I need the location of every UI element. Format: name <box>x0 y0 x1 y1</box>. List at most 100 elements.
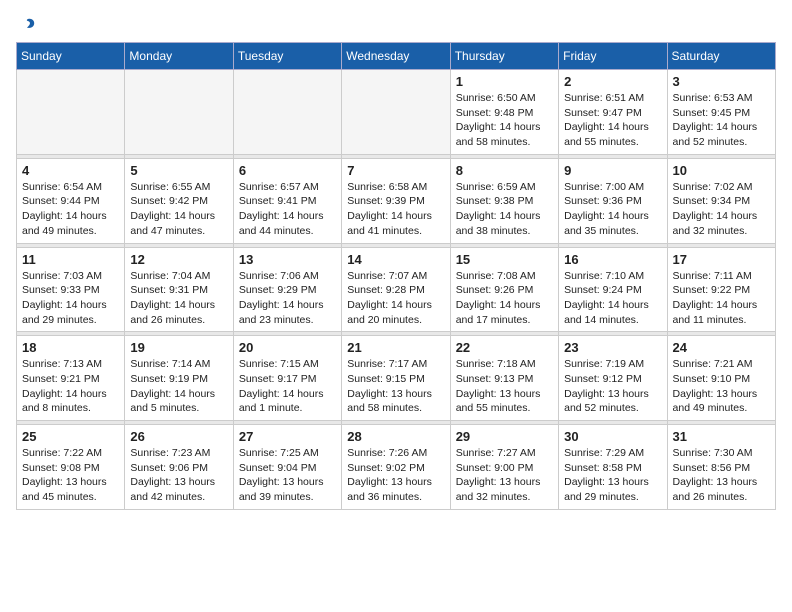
day-info: Sunrise: 7:25 AM Sunset: 9:04 PM Dayligh… <box>239 446 336 505</box>
day-info: Sunrise: 7:18 AM Sunset: 9:13 PM Dayligh… <box>456 357 553 416</box>
day-of-week-header: Wednesday <box>342 43 450 70</box>
calendar-cell: 26 Sunrise: 7:23 AM Sunset: 9:06 PM Dayli… <box>125 425 233 510</box>
day-of-week-header: Friday <box>559 43 667 70</box>
day-info: Sunrise: 7:07 AM Sunset: 9:28 PM Dayligh… <box>347 269 444 328</box>
day-info: Sunrise: 6:59 AM Sunset: 9:38 PM Dayligh… <box>456 180 553 239</box>
calendar-table: SundayMondayTuesdayWednesdayThursdayFrid… <box>16 42 776 510</box>
calendar-cell: 7 Sunrise: 6:58 AM Sunset: 9:39 PM Daylig… <box>342 158 450 243</box>
day-of-week-header: Monday <box>125 43 233 70</box>
calendar-cell: 22Sunrise: 7:18 AM Sunset: 9:13 PM Dayli… <box>450 336 558 421</box>
day-info: Sunrise: 7:17 AM Sunset: 9:15 PM Dayligh… <box>347 357 444 416</box>
day-info: Sunrise: 7:06 AM Sunset: 9:29 PM Dayligh… <box>239 269 336 328</box>
day-info: Sunrise: 7:26 AM Sunset: 9:02 PM Dayligh… <box>347 446 444 505</box>
calendar-week-row: 18 Sunrise: 7:13 AM Sunset: 9:21 PM Dayli… <box>17 336 776 421</box>
day-info: Sunrise: 7:23 AM Sunset: 9:06 PM Dayligh… <box>130 446 227 505</box>
day-number: 24 <box>673 340 770 355</box>
day-number: 28 <box>347 429 444 444</box>
day-number: 14 <box>347 252 444 267</box>
day-number: 25 <box>22 429 119 444</box>
calendar-cell <box>342 70 450 155</box>
day-number: 8 <box>456 163 553 178</box>
day-number: 1 <box>456 74 553 89</box>
calendar-cell: 6 Sunrise: 6:57 AM Sunset: 9:41 PM Daylig… <box>233 158 341 243</box>
day-info: Sunrise: 6:57 AM Sunset: 9:41 PM Dayligh… <box>239 180 336 239</box>
calendar-week-row: 11 Sunrise: 7:03 AM Sunset: 9:33 PM Dayli… <box>17 247 776 332</box>
day-of-week-header: Thursday <box>450 43 558 70</box>
calendar-cell: 24 Sunrise: 7:21 AM Sunset: 9:10 PM Dayli… <box>667 336 775 421</box>
day-info: Sunrise: 7:27 AM Sunset: 9:00 PM Dayligh… <box>456 446 553 505</box>
calendar-cell: 18 Sunrise: 7:13 AM Sunset: 9:21 PM Dayli… <box>17 336 125 421</box>
calendar-cell: 2 Sunrise: 6:51 AM Sunset: 9:47 PM Daylig… <box>559 70 667 155</box>
calendar-cell: 10Sunrise: 7:02 AM Sunset: 9:34 PM Dayli… <box>667 158 775 243</box>
logo <box>16 16 36 34</box>
day-info: Sunrise: 7:19 AM Sunset: 9:12 PM Dayligh… <box>564 357 661 416</box>
day-number: 3 <box>673 74 770 89</box>
day-number: 16 <box>564 252 661 267</box>
day-number: 23 <box>564 340 661 355</box>
calendar-cell: 3 Sunrise: 6:53 AM Sunset: 9:45 PM Daylig… <box>667 70 775 155</box>
calendar-cell: 21 Sunrise: 7:17 AM Sunset: 9:15 PM Dayli… <box>342 336 450 421</box>
calendar-cell: 19 Sunrise: 7:14 AM Sunset: 9:19 PM Dayli… <box>125 336 233 421</box>
day-number: 2 <box>564 74 661 89</box>
calendar-cell: 30Sunrise: 7:29 AM Sunset: 8:58 PM Dayli… <box>559 425 667 510</box>
calendar-week-row: 25 Sunrise: 7:22 AM Sunset: 9:08 PM Dayli… <box>17 425 776 510</box>
calendar-cell: 14 Sunrise: 7:07 AM Sunset: 9:28 PM Dayli… <box>342 247 450 332</box>
day-number: 26 <box>130 429 227 444</box>
day-number: 4 <box>22 163 119 178</box>
calendar-cell: 23 Sunrise: 7:19 AM Sunset: 9:12 PM Dayli… <box>559 336 667 421</box>
day-info: Sunrise: 6:54 AM Sunset: 9:44 PM Dayligh… <box>22 180 119 239</box>
day-number: 12 <box>130 252 227 267</box>
calendar-cell: 1 Sunrise: 6:50 AM Sunset: 9:48 PM Daylig… <box>450 70 558 155</box>
day-info: Sunrise: 7:10 AM Sunset: 9:24 PM Dayligh… <box>564 269 661 328</box>
day-number: 29 <box>456 429 553 444</box>
day-of-week-header: Tuesday <box>233 43 341 70</box>
day-info: Sunrise: 6:51 AM Sunset: 9:47 PM Dayligh… <box>564 91 661 150</box>
calendar-cell: 5 Sunrise: 6:55 AM Sunset: 9:42 PM Daylig… <box>125 158 233 243</box>
day-info: Sunrise: 6:50 AM Sunset: 9:48 PM Dayligh… <box>456 91 553 150</box>
calendar-cell: 27 Sunrise: 7:25 AM Sunset: 9:04 PM Dayli… <box>233 425 341 510</box>
calendar-cell: 16 Sunrise: 7:10 AM Sunset: 9:24 PM Dayli… <box>559 247 667 332</box>
day-number: 20 <box>239 340 336 355</box>
day-number: 11 <box>22 252 119 267</box>
day-number: 19 <box>130 340 227 355</box>
day-number: 27 <box>239 429 336 444</box>
day-number: 30 <box>564 429 661 444</box>
calendar-cell <box>125 70 233 155</box>
day-info: Sunrise: 7:03 AM Sunset: 9:33 PM Dayligh… <box>22 269 119 328</box>
day-number: 21 <box>347 340 444 355</box>
day-number: 5 <box>130 163 227 178</box>
calendar-week-row: 1 Sunrise: 6:50 AM Sunset: 9:48 PM Daylig… <box>17 70 776 155</box>
calendar-cell: 15Sunrise: 7:08 AM Sunset: 9:26 PM Dayli… <box>450 247 558 332</box>
day-info: Sunrise: 6:55 AM Sunset: 9:42 PM Dayligh… <box>130 180 227 239</box>
calendar-cell <box>233 70 341 155</box>
page-header <box>16 16 776 34</box>
day-of-week-header: Saturday <box>667 43 775 70</box>
day-info: Sunrise: 6:53 AM Sunset: 9:45 PM Dayligh… <box>673 91 770 150</box>
day-info: Sunrise: 7:21 AM Sunset: 9:10 PM Dayligh… <box>673 357 770 416</box>
calendar-cell: 29 Sunrise: 7:27 AM Sunset: 9:00 PM Dayli… <box>450 425 558 510</box>
day-number: 6 <box>239 163 336 178</box>
calendar-header-row: SundayMondayTuesdayWednesdayThursdayFrid… <box>17 43 776 70</box>
calendar-cell: 4 Sunrise: 6:54 AM Sunset: 9:44 PM Daylig… <box>17 158 125 243</box>
day-number: 18 <box>22 340 119 355</box>
calendar-cell: 9Sunrise: 7:00 AM Sunset: 9:36 PM Daylig… <box>559 158 667 243</box>
day-number: 15 <box>456 252 553 267</box>
calendar-cell <box>17 70 125 155</box>
day-number: 7 <box>347 163 444 178</box>
calendar-cell: 12Sunrise: 7:04 AM Sunset: 9:31 PM Dayli… <box>125 247 233 332</box>
day-info: Sunrise: 7:22 AM Sunset: 9:08 PM Dayligh… <box>22 446 119 505</box>
calendar-cell: 28 Sunrise: 7:26 AM Sunset: 9:02 PM Dayli… <box>342 425 450 510</box>
logo-bird-icon <box>18 16 36 34</box>
day-info: Sunrise: 7:30 AM Sunset: 8:56 PM Dayligh… <box>673 446 770 505</box>
calendar-cell: 20Sunrise: 7:15 AM Sunset: 9:17 PM Dayli… <box>233 336 341 421</box>
day-info: Sunrise: 7:13 AM Sunset: 9:21 PM Dayligh… <box>22 357 119 416</box>
day-number: 10 <box>673 163 770 178</box>
calendar-cell: 11 Sunrise: 7:03 AM Sunset: 9:33 PM Dayli… <box>17 247 125 332</box>
day-number: 17 <box>673 252 770 267</box>
calendar-cell: 31Sunrise: 7:30 AM Sunset: 8:56 PM Dayli… <box>667 425 775 510</box>
calendar-week-row: 4 Sunrise: 6:54 AM Sunset: 9:44 PM Daylig… <box>17 158 776 243</box>
day-info: Sunrise: 6:58 AM Sunset: 9:39 PM Dayligh… <box>347 180 444 239</box>
calendar-cell: 8 Sunrise: 6:59 AM Sunset: 9:38 PM Daylig… <box>450 158 558 243</box>
day-of-week-header: Sunday <box>17 43 125 70</box>
day-info: Sunrise: 7:14 AM Sunset: 9:19 PM Dayligh… <box>130 357 227 416</box>
